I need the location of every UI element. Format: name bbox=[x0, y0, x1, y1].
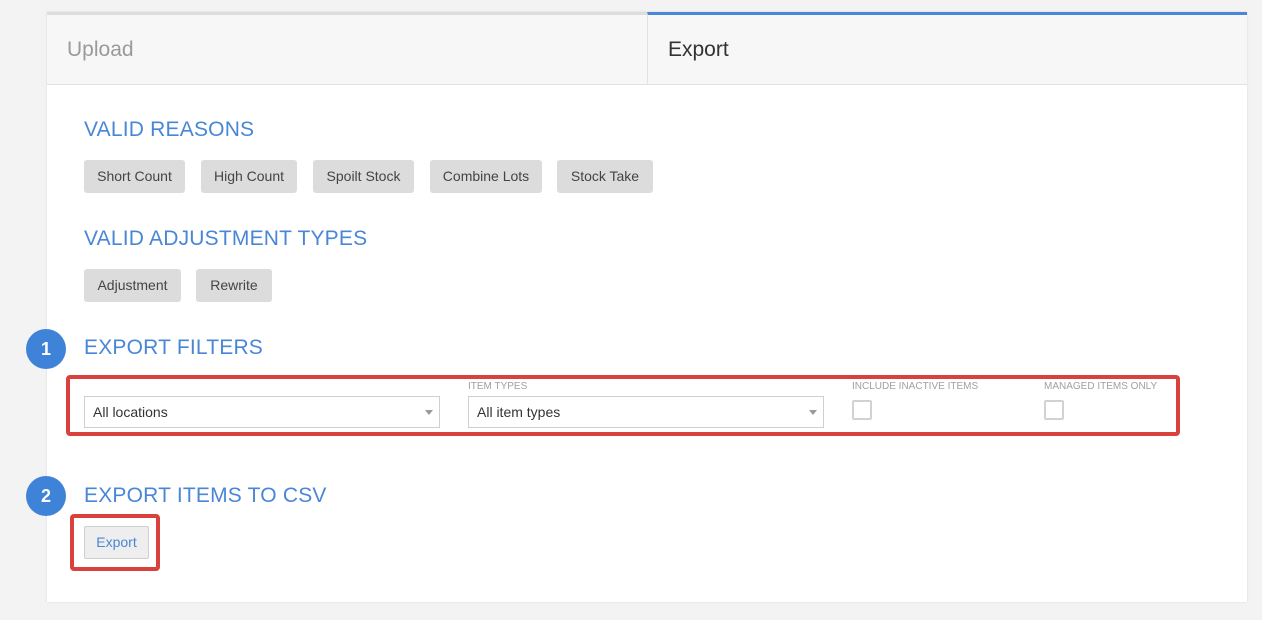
adjustment-chip-adjustment: Adjustment bbox=[84, 269, 181, 302]
tab-export[interactable]: Export bbox=[647, 12, 1247, 84]
step-badge-2: 2 bbox=[26, 476, 66, 516]
reason-chip-high-count: High Count bbox=[201, 160, 297, 193]
export-filters-title: EXPORT FILTERS bbox=[84, 336, 264, 359]
valid-adjustment-types-title: VALID ADJUSTMENT TYPES bbox=[84, 227, 368, 250]
reason-chip-stock-take: Stock Take bbox=[557, 160, 653, 193]
step-badge-1: 1 bbox=[26, 329, 66, 369]
reason-chip-short-count: Short Count bbox=[84, 160, 185, 193]
export-panel: Upload Export bbox=[47, 12, 1247, 602]
include-inactive-label: INCLUDE INACTIVE ITEMS bbox=[852, 381, 979, 392]
location-select[interactable]: All locations bbox=[84, 396, 440, 428]
item-types-select-value: All item types bbox=[477, 404, 561, 420]
valid-reasons-title: VALID REASONS bbox=[84, 118, 255, 141]
export-csv-title: EXPORT ITEMS TO CSV bbox=[84, 484, 327, 507]
chevron-down-icon bbox=[425, 410, 433, 415]
tab-upload[interactable]: Upload bbox=[47, 12, 647, 84]
managed-only-checkbox[interactable] bbox=[1044, 400, 1064, 420]
item-types-label: ITEM TYPES bbox=[468, 381, 528, 392]
location-select-value: All locations bbox=[93, 404, 168, 420]
managed-only-label: MANAGED ITEMS ONLY bbox=[1044, 381, 1158, 392]
item-types-select[interactable]: All item types bbox=[468, 396, 824, 428]
export-button[interactable]: Export bbox=[84, 526, 149, 559]
tab-bar: Upload Export bbox=[47, 12, 1247, 85]
adjustment-chip-rewrite: Rewrite bbox=[196, 269, 272, 302]
include-inactive-checkbox[interactable] bbox=[852, 400, 872, 420]
chevron-down-icon bbox=[809, 410, 817, 415]
reason-chip-spoilt-stock: Spoilt Stock bbox=[313, 160, 414, 193]
reason-chip-combine-lots: Combine Lots bbox=[430, 160, 542, 193]
